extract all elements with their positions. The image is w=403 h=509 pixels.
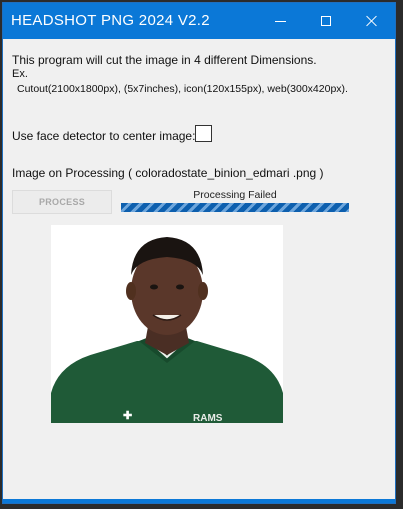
app-window: HEADSHOT PNG 2024 V2.2 This program will… <box>3 3 395 503</box>
process-button[interactable]: PROCESS <box>12 190 112 214</box>
window-bottom-border <box>3 499 395 503</box>
face-detector-checkbox[interactable] <box>195 125 212 142</box>
close-icon <box>366 15 378 27</box>
headshot-illustration: ✚ RAMS <box>51 225 283 423</box>
rams-logo-text: RAMS <box>193 413 223 423</box>
svg-text:✚: ✚ <box>123 410 132 422</box>
maximize-icon <box>321 16 331 26</box>
headshot-preview-image: ✚ RAMS <box>51 225 283 423</box>
maximize-button[interactable] <box>303 3 349 39</box>
minimize-icon <box>274 20 286 22</box>
close-button[interactable] <box>349 3 395 39</box>
processing-label: Image on Processing ( coloradostate_bini… <box>12 166 324 180</box>
progress-fill <box>121 203 349 212</box>
window-title: HEADSHOT PNG 2024 V2.2 <box>11 12 210 29</box>
title-bar[interactable]: HEADSHOT PNG 2024 V2.2 <box>3 3 395 39</box>
face-detector-label: Use face detector to center image: <box>12 129 196 143</box>
info-line-2: Ex. <box>12 68 28 80</box>
info-line-1: This program will cut the image in 4 dif… <box>12 53 317 67</box>
info-line-3: Cutout(2100x1800px), (5x7inches), icon(1… <box>17 83 348 95</box>
minimize-button[interactable] <box>257 3 303 39</box>
progress-bar <box>121 203 349 212</box>
processing-status: Processing Failed <box>193 189 277 201</box>
